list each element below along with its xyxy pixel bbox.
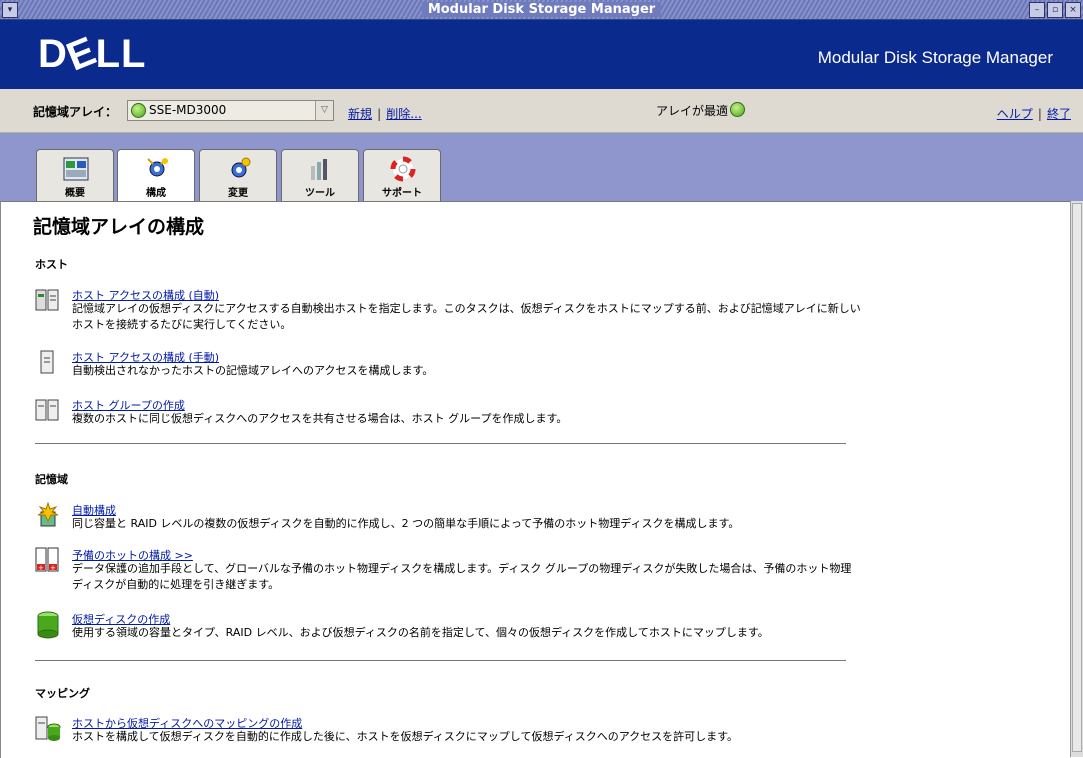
hot-spare-icon: + + bbox=[35, 547, 61, 573]
main-content: 記憶域アレイの構成 ホスト ホスト アクセスの構成 (自動) 記憶域アレイの仮想… bbox=[0, 201, 1071, 758]
tab-label: 変更 bbox=[228, 188, 248, 199]
help-link[interactable]: ヘルプ bbox=[997, 107, 1033, 121]
separator: | bbox=[1037, 107, 1042, 121]
close-button[interactable]: × bbox=[1065, 2, 1081, 18]
section-heading-storage: 記憶域 bbox=[35, 473, 68, 486]
status-ok-icon bbox=[730, 102, 746, 117]
task-description: 同じ容量と RAID レベルの複数の仮想ディスクを自動的に作成し、2 つの簡単な… bbox=[72, 517, 740, 530]
host-access-auto-icon bbox=[35, 287, 61, 313]
separator: | bbox=[377, 107, 382, 121]
configure-icon bbox=[142, 156, 172, 182]
tab-strip: 概要 構成 変更 ツール サポート bbox=[0, 133, 1083, 203]
svg-text:+: + bbox=[38, 564, 44, 572]
task-description: 使用する領域の容量とタイプ、RAID レベル、および仮想ディスクの名前を指定して… bbox=[72, 626, 769, 639]
delete-array-link[interactable]: 削除... bbox=[386, 107, 421, 121]
chevron-down-icon[interactable]: ▽ bbox=[315, 101, 333, 120]
window-title-text: Modular Disk Storage Manager bbox=[421, 2, 662, 17]
array-status: アレイが最適 bbox=[656, 102, 746, 119]
array-status-text: アレイが最適 bbox=[656, 104, 729, 118]
tab-tools[interactable]: ツール bbox=[281, 149, 359, 201]
new-array-link[interactable]: 新規 bbox=[348, 107, 372, 121]
help-exit-links: ヘルプ | 終了 bbox=[997, 103, 1071, 122]
window-titlebar: ▾ Modular Disk Storage Manager – ▫ × bbox=[0, 0, 1083, 20]
exit-link[interactable]: 終了 bbox=[1047, 107, 1071, 121]
array-select[interactable]: SSE-MD3000 ▽ bbox=[127, 100, 334, 121]
tab-modify[interactable]: 変更 bbox=[199, 149, 277, 201]
window-title: Modular Disk Storage Manager bbox=[0, 0, 1083, 19]
modify-icon bbox=[224, 156, 254, 182]
array-actions: 新規 | 削除... bbox=[348, 103, 422, 122]
status-ok-icon bbox=[131, 103, 146, 118]
task-description: 記憶域アレイの仮想ディスクにアクセスする自動検出ホストを指定します。このタスクは… bbox=[72, 302, 861, 331]
task-description: データ保護の追加手段として、グローバルな予備のホット物理ディスクを構成します。デ… bbox=[72, 562, 852, 591]
array-select-value: SSE-MD3000 bbox=[149, 103, 227, 117]
tab-label: ツール bbox=[305, 188, 335, 199]
support-icon bbox=[388, 156, 418, 182]
vertical-scrollbar[interactable] bbox=[1070, 201, 1083, 757]
tab-configure[interactable]: 構成 bbox=[117, 149, 195, 203]
tab-label: サポート bbox=[382, 188, 422, 199]
app-name: Modular Disk Storage Manager bbox=[817, 48, 1053, 67]
mapping-icon bbox=[35, 715, 61, 741]
dell-logo: DELL bbox=[38, 28, 147, 80]
host-group-icon bbox=[35, 397, 61, 423]
maximize-button[interactable]: ▫ bbox=[1047, 2, 1063, 18]
tab-support[interactable]: サポート bbox=[363, 149, 441, 201]
task-description: 複数のホストに同じ仮想ディスクへのアクセスを共有させる場合は、ホスト グループを… bbox=[72, 412, 568, 425]
virtual-disk-icon bbox=[35, 611, 61, 639]
page-title: 記憶域アレイの構成 bbox=[33, 216, 205, 238]
tab-label: 概要 bbox=[65, 188, 85, 199]
section-divider bbox=[35, 443, 846, 444]
auto-configure-icon bbox=[35, 501, 61, 528]
task-description: ホストを構成して仮想ディスクを自動的に作成した後に、ホストを仮想ディスクにマップ… bbox=[72, 730, 739, 743]
array-label: 記憶域アレイ： bbox=[33, 105, 118, 119]
app-header: DELL Modular Disk Storage Manager bbox=[0, 20, 1083, 89]
array-bar: 記憶域アレイ： SSE-MD3000 ▽ 新規 | 削除... アレイが最適 ヘ… bbox=[0, 89, 1083, 133]
section-divider bbox=[35, 660, 846, 661]
svg-text:+: + bbox=[50, 564, 56, 572]
host-access-manual-icon bbox=[35, 349, 61, 375]
section-heading-mapping: マッピング bbox=[35, 687, 90, 700]
section-heading-hosts: ホスト bbox=[35, 258, 68, 271]
tools-icon bbox=[306, 156, 336, 182]
scrollbar-thumb[interactable] bbox=[1072, 203, 1082, 752]
task-description: 自動検出されなかったホストの記憶域アレイへのアクセスを構成します。 bbox=[72, 364, 434, 377]
tab-label: 構成 bbox=[146, 188, 166, 199]
summary-icon bbox=[61, 156, 91, 182]
minimize-button[interactable]: – bbox=[1029, 2, 1045, 18]
tab-summary[interactable]: 概要 bbox=[36, 149, 114, 201]
window-controls: – ▫ × bbox=[1029, 2, 1081, 18]
